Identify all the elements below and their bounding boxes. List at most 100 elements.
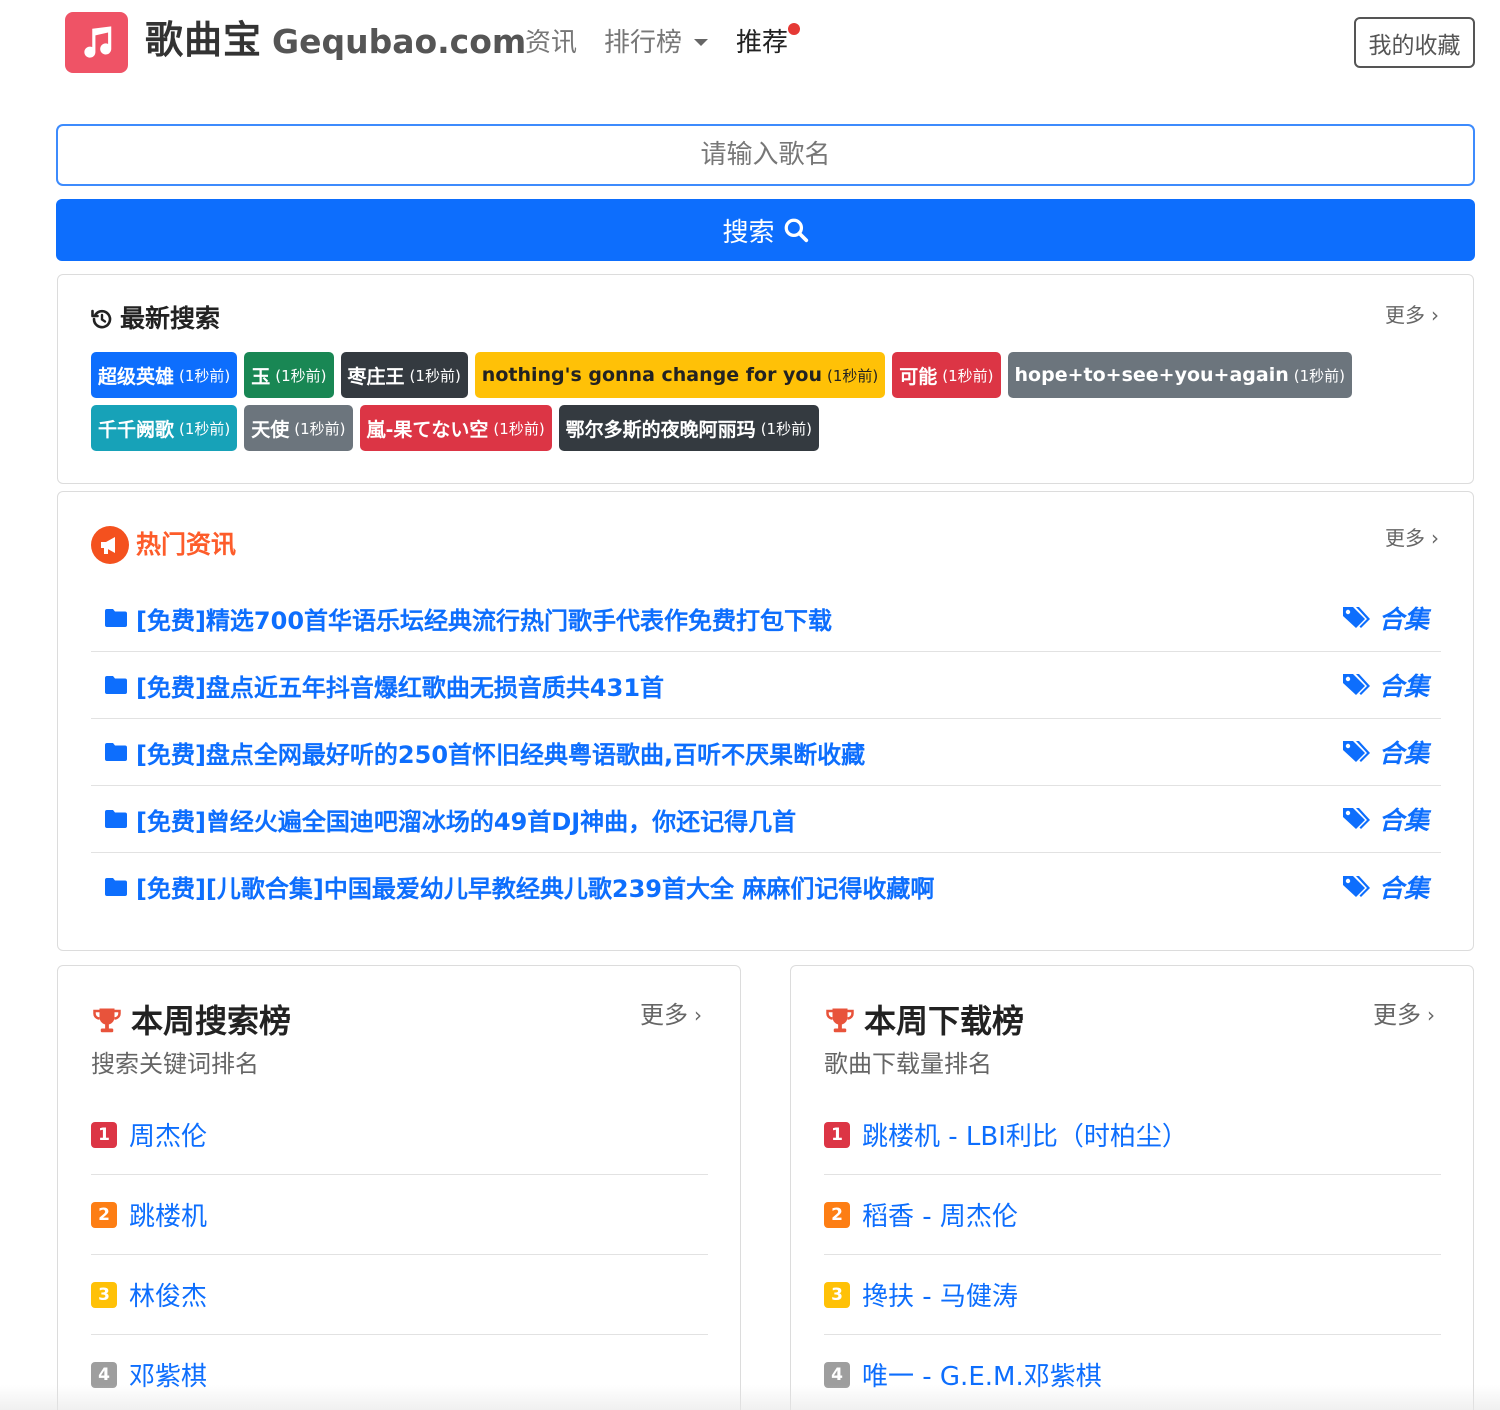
recent-tag-list: 超级英雄 (1秒前) 玉 (1秒前) 枣庄王 (1秒前) nothing's gonna c… — [91, 352, 1451, 451]
nav-recommend[interactable]: 推荐 — [736, 24, 788, 62]
more-label: 更多 — [1373, 1001, 1421, 1029]
news-row: [免费]盘点全网最好听的250首怀旧经典粤语歌曲,百听不厌果断收藏 合集 — [91, 719, 1441, 786]
recent-more-link[interactable]: 更多 › — [1385, 300, 1439, 330]
recent-search-tag[interactable]: hope+to+see+you+again (1秒前) — [1007, 352, 1352, 398]
tag-label: 千千阙歌 — [98, 418, 175, 441]
rank-number-badge: 1 — [824, 1121, 850, 1148]
rank-link[interactable]: 跳楼机 - LBI利比（时柏尘） — [862, 1116, 1188, 1153]
tag-label: 玉 — [251, 365, 271, 388]
recent-search-tag[interactable]: nothing's gonna change for you (1秒前) — [474, 352, 886, 398]
tags-icon — [1342, 741, 1370, 762]
tag-label: 枣庄王 — [347, 365, 405, 388]
news-link[interactable]: [免费]盘点近五年抖音爆红歌曲无损音质共431首 — [104, 668, 664, 703]
search-rank-header: 本周搜索榜 — [91, 999, 291, 1043]
rank-row[interactable]: 3 林俊杰 — [91, 1255, 708, 1335]
download-rank-title: 本周下载榜 — [864, 1002, 1025, 1040]
chevron-right-icon: › — [1431, 526, 1439, 550]
tag-time: (1秒前) — [275, 366, 327, 385]
tags-icon — [1342, 607, 1370, 628]
rank-link[interactable]: 搀扶 - 马健涛 — [862, 1276, 1018, 1313]
search-rank-subtitle: 搜索关键词排名 — [91, 1050, 259, 1078]
trophy-icon — [826, 1008, 854, 1033]
site-header: 歌曲宝 Gequbao.com 资讯 排行榜 推荐 我的收藏 — [0, 0, 1500, 90]
search-rank-more-link[interactable]: 更多 › — [640, 1000, 702, 1030]
recent-search-tag[interactable]: 玉 (1秒前) — [244, 352, 334, 398]
rank-link[interactable]: 周杰伦 — [129, 1116, 207, 1153]
caret-down-icon[interactable] — [694, 39, 708, 46]
search-rank-title: 本周搜索榜 — [131, 1002, 292, 1040]
news-title: [免费]精选700首华语乐坛经典流行热门歌手代表作免费打包下载 — [136, 606, 833, 635]
my-favorites-button[interactable]: 我的收藏 — [1354, 17, 1475, 68]
rank-row[interactable]: 3 搀扶 - 马健涛 — [824, 1255, 1441, 1335]
search-input[interactable] — [56, 124, 1475, 186]
news-row: [免费][儿歌合集]中国最爱幼儿早教经典儿歌239首大全 麻麻们记得收藏啊 合集 — [91, 853, 1441, 920]
download-rank-list: 1 跳楼机 - LBI利比（时柏尘） 2 稻香 - 周杰伦 3 搀扶 - 马健涛 4 唯一 -… — [824, 1095, 1441, 1410]
rank-number-badge: 2 — [91, 1201, 117, 1228]
rank-row[interactable]: 1 跳楼机 - LBI利比（时柏尘） — [824, 1095, 1441, 1175]
tag-label: 可能 — [899, 365, 938, 388]
search-button[interactable]: 搜索 — [56, 199, 1475, 261]
download-rank-header: 本周下载榜 — [824, 999, 1024, 1043]
rank-row[interactable]: 2 稻香 - 周杰伦 — [824, 1175, 1441, 1255]
tag-time: (1秒前) — [409, 366, 461, 385]
tag-label: 天使 — [251, 418, 290, 441]
tag-time: (1秒前) — [827, 366, 879, 385]
news-title: [免费]曾经火遍全国迪吧溜冰场的49首DJ神曲，你还记得几首 — [136, 807, 797, 836]
download-rank-subtitle: 歌曲下载量排名 — [824, 1050, 992, 1078]
rank-row[interactable]: 1 周杰伦 — [91, 1095, 708, 1175]
rank-number-badge: 2 — [824, 1201, 850, 1228]
news-link[interactable]: [免费]曾经火遍全国迪吧溜冰场的49首DJ神曲，你还记得几首 — [104, 802, 796, 837]
music-note-icon — [83, 25, 111, 58]
recent-searches-title: 最新搜索 — [120, 304, 221, 333]
hot-news-title: 热门资讯 — [136, 530, 237, 559]
news-tag-link[interactable]: 合集 — [1341, 667, 1429, 703]
news-tag-label: 合集 — [1378, 806, 1429, 835]
trophy-icon — [93, 1008, 121, 1033]
news-link[interactable]: [免费][儿歌合集]中国最爱幼儿早教经典儿歌239首大全 麻麻们记得收藏啊 — [104, 869, 934, 904]
rank-number-badge: 4 — [91, 1361, 117, 1388]
weekly-download-rank-card: 本周下载榜 更多 › 歌曲下载量排名 1 跳楼机 - LBI利比（时柏尘） 2 稻香 … — [790, 965, 1474, 1410]
brand-name-cn[interactable]: 歌曲宝 — [145, 14, 262, 66]
news-link[interactable]: [免费]精选700首华语乐坛经典流行热门歌手代表作免费打包下载 — [104, 601, 832, 636]
site-logo[interactable] — [65, 12, 128, 73]
news-tag-link[interactable]: 合集 — [1341, 869, 1429, 905]
rank-row[interactable]: 2 跳楼机 — [91, 1175, 708, 1255]
news-tag-link[interactable]: 合集 — [1341, 801, 1429, 837]
news-title: [免费]盘点近五年抖音爆红歌曲无损音质共431首 — [136, 673, 665, 702]
news-row: [免费]曾经火遍全国迪吧溜冰场的49首DJ神曲，你还记得几首 合集 — [91, 786, 1441, 853]
recent-search-tag[interactable]: 枣庄王 (1秒前) — [340, 352, 468, 398]
rank-link[interactable]: 跳楼机 — [129, 1196, 207, 1233]
news-tag-label: 合集 — [1378, 672, 1429, 701]
recent-search-tag[interactable]: 鄂尔多斯的夜晚阿丽玛 (1秒前) — [558, 405, 819, 451]
recent-search-tag[interactable]: 可能 (1秒前) — [892, 352, 1001, 398]
search-rank-list: 1 周杰伦 2 跳楼机 3 林俊杰 4 邓紫棋 — [91, 1095, 708, 1410]
tag-time: (1秒前) — [942, 366, 994, 385]
nav-news[interactable]: 资讯 — [525, 24, 577, 62]
rank-link[interactable]: 稻香 - 周杰伦 — [862, 1196, 1018, 1233]
folder-icon — [105, 743, 127, 761]
recent-search-tag[interactable]: 千千阙歌 (1秒前) — [91, 405, 238, 451]
tag-label: nothing's gonna change for you — [481, 364, 823, 386]
news-tag-label: 合集 — [1378, 605, 1429, 634]
news-tag-link[interactable]: 合集 — [1341, 734, 1429, 770]
news-more-link[interactable]: 更多 › — [1385, 523, 1439, 553]
news-row: [免费]精选700首华语乐坛经典流行热门歌手代表作免费打包下载 合集 — [91, 585, 1441, 652]
tag-time: (1秒前) — [294, 419, 346, 438]
history-icon — [91, 309, 112, 329]
folder-icon — [105, 676, 127, 694]
rank-link[interactable]: 林俊杰 — [129, 1276, 207, 1313]
tag-time: (1秒前) — [760, 419, 812, 438]
folder-icon — [105, 810, 127, 828]
recent-search-tag[interactable]: 超级英雄 (1秒前) — [91, 352, 238, 398]
news-tag-link[interactable]: 合集 — [1341, 600, 1429, 636]
recent-search-tag[interactable]: 嵐-果てない空 (1秒前) — [359, 405, 552, 451]
folder-icon — [105, 609, 127, 627]
hot-news-header: 热门资讯 — [90, 525, 236, 565]
rank-number-badge: 4 — [824, 1361, 850, 1388]
download-rank-more-link[interactable]: 更多 › — [1373, 1000, 1435, 1030]
news-link[interactable]: [免费]盘点全网最好听的250首怀旧经典粤语歌曲,百听不厌果断收藏 — [104, 735, 865, 770]
chevron-right-icon: › — [1431, 303, 1439, 327]
nav-rank[interactable]: 排行榜 — [604, 24, 682, 62]
recent-search-tag[interactable]: 天使 (1秒前) — [244, 405, 353, 451]
brand-name-en[interactable]: Gequbao.com — [272, 20, 526, 64]
